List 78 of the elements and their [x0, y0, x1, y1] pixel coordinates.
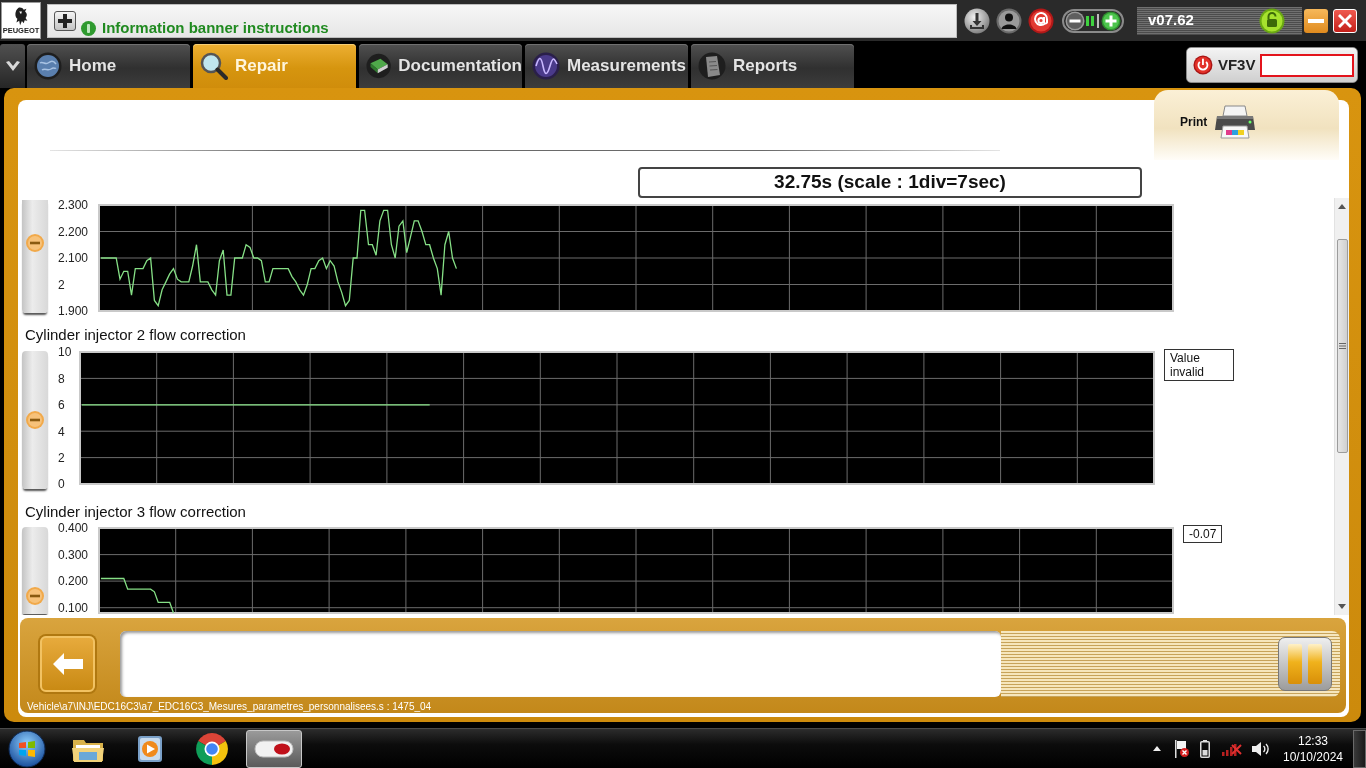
magnifier-icon [200, 52, 228, 80]
add-button[interactable] [54, 10, 76, 31]
taskbar-button[interactable] [246, 729, 302, 768]
caret-up-icon[interactable] [1338, 204, 1346, 209]
axis-label: 10 [58, 345, 72, 360]
minus-icon [1308, 18, 1324, 23]
minus-icon[interactable] [1065, 10, 1085, 31]
axis-label: 0 [58, 477, 65, 491]
tab[interactable]: Home [27, 44, 190, 88]
axis-label: 0.300 [58, 547, 89, 562]
back-button[interactable] [40, 636, 95, 692]
axis-label: 2.100 [58, 251, 89, 266]
browser-icon [196, 732, 228, 765]
axis-label: 0.400 [58, 521, 89, 536]
book-icon [366, 52, 392, 80]
chart-handle[interactable] [22, 200, 48, 313]
clock[interactable]: 12:33 10/10/2024 [1282, 732, 1344, 765]
at-sign-icon[interactable] [1028, 7, 1054, 34]
axis-label: 0.100 [58, 601, 89, 615]
chevron-down-icon [5, 61, 20, 71]
axis-label: 2.200 [58, 224, 89, 239]
axis-label: 6 [58, 398, 65, 413]
time-scale-readout: 32.75s (scale : 1div=7sec) [638, 167, 1142, 198]
tab[interactable]: Reports [691, 44, 854, 88]
print-button[interactable]: Print [1154, 90, 1339, 160]
chart-handle[interactable] [22, 351, 48, 489]
toggle-switch-icon [254, 739, 294, 758]
show-desktop-button[interactable] [1353, 729, 1366, 768]
script-path: Vehicle\a7\INJ\EDC16C3\a7_EDC16C3_Mesures_parametres_personnalisees.s : 1475_04 [27, 701, 432, 712]
info-icon [81, 20, 96, 36]
arrow-left-icon [52, 653, 83, 675]
close-button[interactable] [1333, 8, 1357, 33]
printer-icon [1213, 104, 1258, 140]
scrollbar-thumb[interactable] [1336, 239, 1348, 453]
waveform-icon [532, 52, 560, 80]
value-readout: Value invalid [1164, 349, 1234, 381]
pause-button[interactable] [1278, 637, 1332, 691]
caret-up-icon [1153, 746, 1161, 751]
banner-message: Information banner instructions [102, 20, 329, 36]
axis-label: 2 [58, 450, 65, 465]
plus-icon[interactable] [1101, 10, 1121, 31]
power-icon[interactable] [1193, 54, 1213, 76]
axis-label: 1.900 [58, 304, 89, 318]
minimize-button[interactable] [1304, 8, 1328, 33]
vin-label: VF3V [1217, 54, 1256, 75]
minus-icon [26, 586, 44, 605]
axis-label: 0.200 [58, 574, 89, 589]
battery-icon[interactable] [1200, 739, 1210, 758]
menu-button[interactable] [0, 44, 25, 88]
chart-handle[interactable] [22, 527, 48, 614]
axis-label: 4 [58, 424, 65, 439]
lock-icon[interactable] [1259, 7, 1285, 34]
speaker-icon[interactable] [1252, 740, 1270, 757]
globe-icon [34, 52, 62, 80]
flag-icon[interactable] [1175, 739, 1189, 758]
bars-icon [1085, 12, 1101, 29]
download-icon[interactable] [964, 7, 990, 34]
play-icon [135, 733, 165, 764]
chart-title: Cylinder injector 3 flow correction [25, 502, 246, 522]
grip-icon [1338, 343, 1346, 349]
tab[interactable]: Measurements [525, 44, 688, 88]
minus-icon [26, 411, 44, 429]
plus-icon [58, 13, 72, 28]
tab[interactable]: Documentation [359, 44, 522, 88]
axis-label: 2 [58, 277, 65, 292]
pause-icon [1287, 644, 1323, 684]
start-orb-icon [8, 729, 46, 768]
signal-icon[interactable] [1222, 741, 1244, 756]
axis-label: 8 [58, 371, 65, 386]
document-icon [698, 52, 726, 80]
axis-label: 2.300 [58, 198, 89, 213]
user-icon[interactable] [996, 7, 1022, 34]
value-readout: -0.07 [1183, 525, 1223, 543]
caret-down-icon[interactable] [1338, 604, 1346, 609]
version-label: v07.62 [1148, 10, 1194, 31]
close-icon [1338, 13, 1352, 28]
minus-icon [26, 233, 44, 252]
chart-title: Cylinder injector 2 flow correction [25, 325, 246, 345]
